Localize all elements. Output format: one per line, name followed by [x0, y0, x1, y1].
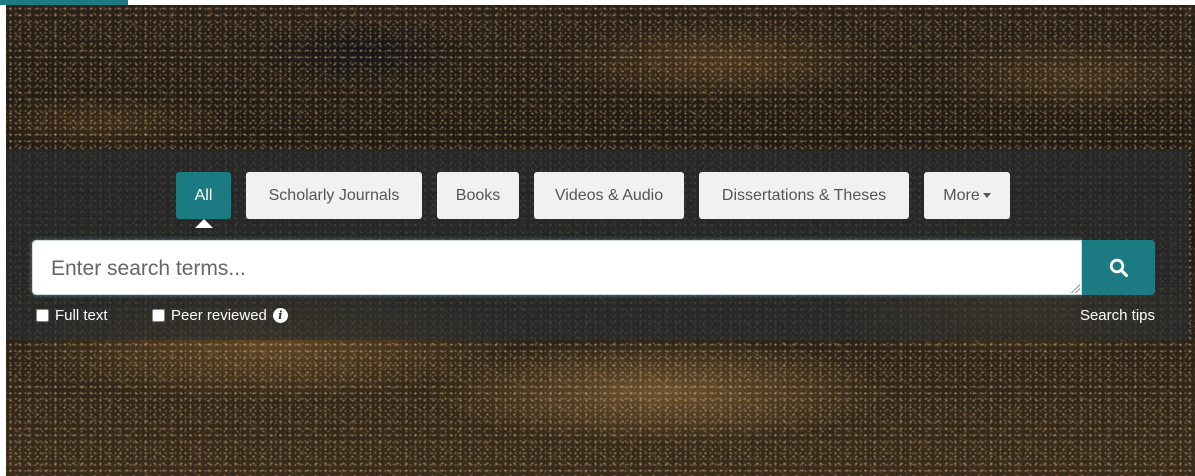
search-options: Full text Peer reviewed i Search tips [36, 303, 1155, 327]
tab-label: All [194, 187, 213, 204]
tab-label: Scholarly Journals [268, 187, 400, 204]
page: All Scholarly Journals Books Videos & Au… [0, 0, 1195, 476]
tab-label: Dissertations & Theses [721, 187, 887, 204]
search-input[interactable] [32, 240, 1082, 295]
tab-all[interactable]: All [176, 172, 231, 228]
tab-label: More [943, 187, 980, 204]
peer-reviewed-checkbox[interactable]: Peer reviewed i [152, 307, 288, 324]
checkbox-box[interactable] [36, 309, 49, 322]
source-type-tabs: All Scholarly Journals Books Videos & Au… [6, 172, 1189, 228]
top-edge [128, 0, 1195, 5]
tab-scholarly-journals[interactable]: Scholarly Journals [246, 172, 422, 219]
full-text-checkbox[interactable]: Full text [36, 307, 108, 324]
tab-label: Videos & Audio [554, 187, 664, 204]
tab-label: Books [455, 187, 501, 204]
search-panel: All Scholarly Journals Books Videos & Au… [6, 149, 1189, 340]
checkbox-box[interactable] [152, 309, 165, 322]
search-row [32, 240, 1155, 295]
tab-books[interactable]: Books [437, 172, 519, 219]
caret-down-icon [982, 193, 991, 199]
resize-grip-icon[interactable] [1070, 283, 1080, 293]
search-icon [1109, 258, 1128, 277]
peer-reviewed-label: Peer reviewed [171, 307, 267, 324]
tab-videos-audio[interactable]: Videos & Audio [534, 172, 684, 219]
search-tips-link[interactable]: Search tips [1080, 307, 1155, 324]
tab-more-dropdown[interactable]: More [924, 172, 1010, 219]
top-accent-bar [0, 0, 128, 5]
tab-dissertations-theses[interactable]: Dissertations & Theses [699, 172, 909, 219]
info-icon[interactable]: i [272, 308, 288, 323]
full-text-label: Full text [55, 307, 108, 324]
search-button[interactable] [1082, 240, 1155, 295]
